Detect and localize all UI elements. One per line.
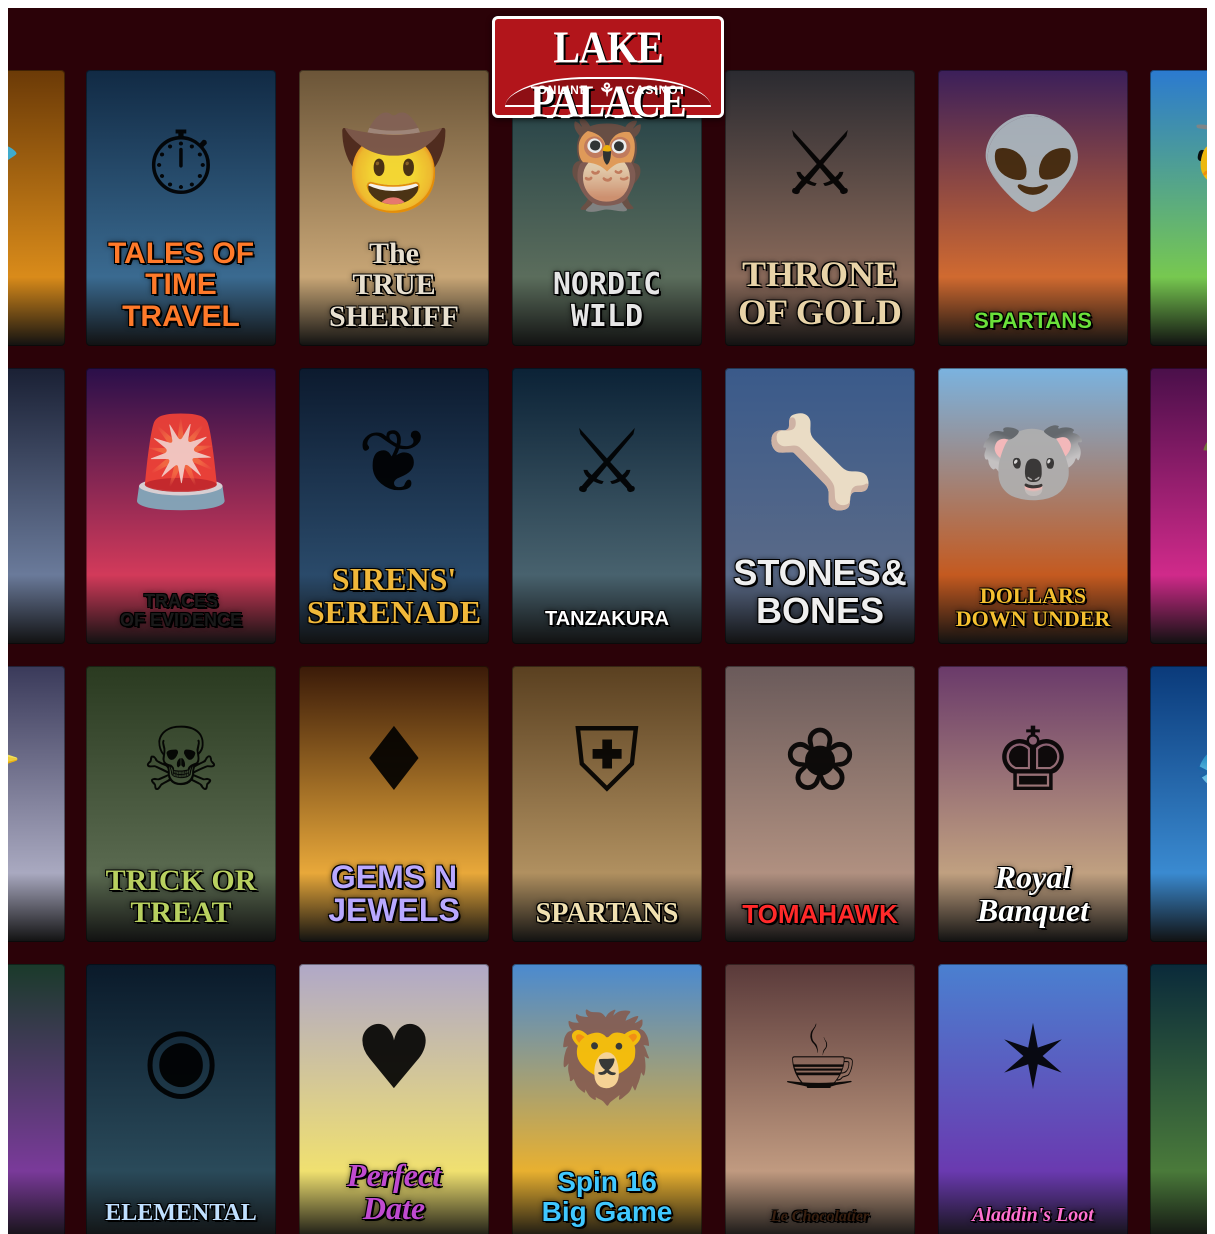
game-title: d ld (8, 559, 61, 630)
game-tile[interactable]: 🤠 The TRUE SHERIFF (299, 70, 489, 346)
game-tile[interactable]: ⏱ TALES OF TIME TRAVEL (86, 70, 276, 346)
game-tile[interactable]: ☾ d ld (8, 368, 65, 644)
game-tile[interactable]: 🐟 E En (1150, 666, 1207, 942)
game-title: O os (8, 865, 61, 928)
game-title: Royal Banquet (976, 858, 1090, 929)
king-icon: ♚ (993, 707, 1073, 811)
zombie-icon: ☠ (141, 707, 221, 811)
game-title: Ele (1154, 1199, 1207, 1226)
game-tile[interactable]: ❦ SIRENS' SERENADE (299, 368, 489, 644)
game-title: STONES& BONES (733, 552, 907, 632)
casino-logo[interactable]: LAKE PALACE ONLINE ⚘ CASINO (492, 16, 724, 127)
bee-icon: 🐝 (1190, 119, 1207, 208)
moon-icon: ☾ (8, 417, 9, 506)
police-light-icon: 🚨 (126, 409, 236, 513)
game-title: Le Chocolatier (770, 1208, 870, 1226)
game-tile[interactable]: ⚔ THRONE OF GOLD (725, 70, 915, 346)
game-title: Spin 16 Big Game (541, 1166, 673, 1227)
game-title: TOMAHAWK (742, 898, 898, 929)
chef-icon: ☕ (780, 1005, 860, 1109)
game-title: TRACES OF EVIDENCE (119, 591, 243, 631)
game-tile[interactable]: ◠nds (8, 964, 65, 1234)
fish-icon: 🐟 (1190, 715, 1207, 804)
game-title: TALES OF TIME TRAVEL (107, 236, 255, 333)
game-title: GEMS N JEWELS (328, 858, 460, 929)
game-title: NORDIC WILD (552, 267, 662, 334)
game-tile[interactable]: 🦴 STONES& BONES (725, 368, 915, 644)
game-title: SIRENS' SERENADE (306, 560, 482, 631)
spartan-icon: ⛨ (573, 707, 641, 811)
game-title: SPARTANS (535, 897, 679, 929)
maple-leaf-icon: ⚘ (598, 80, 616, 100)
game-tile[interactable]: ⚔ TANZAKURA (512, 368, 702, 644)
game-tile[interactable]: 🐝 Sh B (1150, 70, 1207, 346)
game-title: E En (1154, 865, 1207, 928)
genie-icon: ✶ (996, 1005, 1070, 1109)
chief-icon: ❀ (783, 707, 857, 811)
game-tile[interactable]: ♚ Royal Banquet (938, 666, 1128, 942)
game-title: Perfect Date (346, 1156, 442, 1227)
game-tile[interactable]: ✶ Aladdin's Loot (938, 964, 1128, 1234)
game-title: DOLLARS DOWN UNDER (955, 582, 1111, 631)
game-title: The TRUE SHERIFF (328, 236, 460, 333)
game-tile[interactable]: ♦ GEMS N JEWELS (299, 666, 489, 942)
lion-icon: 🦁 (552, 1005, 662, 1109)
wizard-icon: ✨ (8, 715, 25, 804)
game-tile[interactable]: 🌴 Cas (1150, 368, 1207, 644)
game-title: Cas (1154, 607, 1207, 630)
palm-icon: 🌴 (1190, 417, 1207, 506)
clock-icon: ⏱ (146, 111, 216, 215)
game-tile[interactable]: ✨ O os (8, 666, 65, 942)
logo-subtitle: ONLINE ⚘ CASINO (495, 79, 721, 101)
game-title: ED (8, 292, 61, 332)
gem-icon: ♦ (354, 707, 434, 811)
game-tile[interactable]: 👽 SPARTANS (938, 70, 1128, 346)
couple-icon: ♥ (354, 1005, 434, 1109)
game-title: Sh B (1154, 269, 1207, 332)
game-tile[interactable]: 🚨 TRACES OF EVIDENCE (86, 368, 276, 644)
orb-icon: ◉ (142, 1005, 220, 1109)
game-title: TRICK OR TREAT (105, 864, 257, 929)
logo-name: LAKE PALACE (530, 21, 686, 127)
game-tile[interactable]: ⛨ SPARTANS (512, 666, 702, 942)
game-tile[interactable]: ☕ Le Chocolatier (725, 964, 915, 1234)
siren-icon: ❦ (357, 409, 431, 513)
game-tile[interactable]: 🐦 ED (8, 70, 65, 346)
knight-icon: ⚔ (780, 111, 860, 215)
game-tile[interactable]: ☠ TRICK OR TREAT (86, 666, 276, 942)
game-title: SPARTANS (974, 307, 1092, 333)
game-tile[interactable]: 🐨 DOLLARS DOWN UNDER (938, 368, 1128, 644)
game-title: ELEMENTAL (105, 1199, 257, 1226)
game-tile[interactable]: ◉ ELEMENTAL (86, 964, 276, 1234)
game-title: Aladdin's Loot (972, 1204, 1094, 1226)
game-lobby: 🐦 ED ⏱ TALES OF TIME TRAVEL 🤠 The TRUE SHERIF… (8, 8, 1207, 1234)
logo-right-word: CASINO (625, 83, 679, 97)
game-tile[interactable]: ❀ TOMAHAWK (725, 666, 915, 942)
game-title: THRONE OF GOLD (738, 254, 902, 333)
samurai-icon: ⚔ (567, 409, 647, 513)
bird-icon: 🐦 (8, 119, 25, 208)
game-title: TANZAKURA (544, 608, 670, 630)
game-tile[interactable]: ◉Ele (1150, 964, 1207, 1234)
game-tile[interactable]: ♥ Perfect Date (299, 964, 489, 1234)
game-tile[interactable]: 🦁 Spin 16 Big Game (512, 964, 702, 1234)
cowboy-icon: 🤠 (339, 111, 449, 215)
caveman-icon: 🦴 (765, 409, 875, 513)
game-title: nds (8, 1195, 61, 1227)
koala-icon: 🐨 (978, 409, 1088, 513)
alien-icon: 👽 (978, 111, 1088, 215)
logo-left-word: ONLINE (537, 83, 589, 97)
owl-icon: 🦉 (552, 111, 662, 215)
